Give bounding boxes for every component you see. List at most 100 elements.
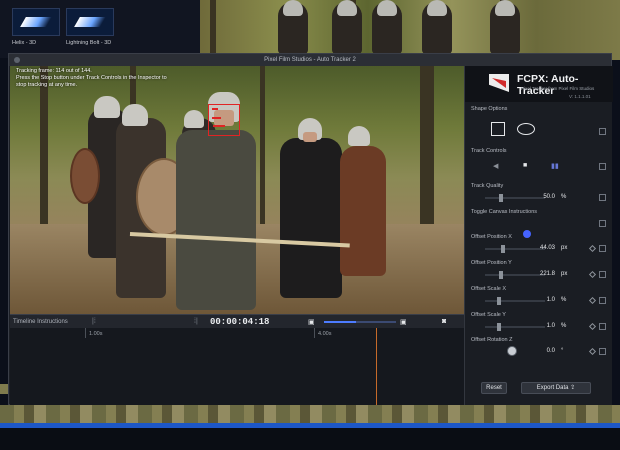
camera-icon[interactable]: ◙ <box>442 318 446 325</box>
shape-options-label: Shape Options <box>471 106 508 112</box>
rotation-dial[interactable] <box>507 346 517 356</box>
background-video <box>200 0 620 60</box>
ruler-tick <box>314 328 315 338</box>
warrior-helmet <box>348 126 370 146</box>
tracker-box[interactable] <box>208 104 240 136</box>
flare-graphic <box>20 17 52 27</box>
bg-helmet <box>495 0 515 16</box>
slider-knob[interactable] <box>497 297 501 305</box>
track-quality-value[interactable]: 50.0 <box>525 194 555 200</box>
keyframe-diamond-icon[interactable] <box>588 296 597 305</box>
slider-knob[interactable] <box>497 323 501 331</box>
toggle-canvas-checkbox[interactable] <box>523 230 531 238</box>
offset-scale-y-value[interactable]: 1.0 <box>525 323 555 329</box>
keyframe-toggle[interactable] <box>599 348 606 355</box>
track-quality-label: Track Quality <box>471 183 504 189</box>
thumb-helix[interactable] <box>12 8 60 36</box>
timeline-zoom-slider[interactable] <box>324 321 396 323</box>
offset-scale-y-label: Offset Scale Y <box>471 312 506 318</box>
shield <box>70 148 100 204</box>
offset-position-y-label: Offset Position Y <box>471 260 512 266</box>
tracking-info-line: Tracking frame: 114 out of 144. <box>16 68 92 74</box>
keyframe-toggle[interactable] <box>599 128 606 135</box>
keyframe-toggle[interactable] <box>599 323 606 330</box>
timeline-area[interactable]: 1.00s 4.00s <box>10 328 464 406</box>
thumb-label: Helix - 3D <box>12 40 37 46</box>
offset-rotation-z-unit: ° <box>561 348 564 354</box>
ruler-tick <box>85 328 86 338</box>
brand-header: FCPX: Auto-Tracker Pixel Tracker from Pi… <box>465 66 613 102</box>
toggle-canvas-label: Toggle Canvas Instructions <box>471 209 538 215</box>
screen: Helix - 3D Lightning Bolt - 3D Pixel Fil… <box>0 0 620 450</box>
keyframe-toggle[interactable] <box>599 220 606 227</box>
version-label: V: 1.1.1.01 <box>569 94 591 99</box>
offset-position-x-value[interactable]: 44.03 <box>525 245 555 251</box>
square-shape-button[interactable] <box>491 122 505 136</box>
zoom-fill <box>324 321 357 323</box>
keyframe-diamond-icon[interactable] <box>588 347 597 356</box>
bg-helmet <box>377 0 397 16</box>
track-forward-icon[interactable]: ▮▮ <box>551 162 559 170</box>
tracker-line <box>213 125 225 127</box>
tree-trunk <box>210 0 216 60</box>
flare-graphic <box>74 17 106 27</box>
keyframe-toggle[interactable] <box>599 163 606 170</box>
window-titlebar[interactable]: Pixel Film Studios - Auto Tracker 2 <box>9 54 611 66</box>
warrior-figure <box>340 146 386 276</box>
keyframe-diamond-icon[interactable] <box>588 322 597 331</box>
track-backward-icon[interactable]: ◀ <box>493 162 498 170</box>
warrior-face <box>303 132 317 142</box>
fit-icon[interactable]: ▣ <box>308 318 315 326</box>
offset-position-y-unit: px <box>561 271 568 277</box>
window-title: Pixel Film Studios - Auto Tracker 2 <box>264 57 356 63</box>
ruler-label: 1.00s <box>89 331 103 337</box>
tracking-info-line: stop tracking at any time. <box>16 82 78 88</box>
timeline-toolbar: Timeline Instructions |⁞ ⁞| 00:00:04:18 … <box>10 314 464 328</box>
auto-tracker-window: Pixel Film Studios - Auto Tracker 2 Trac… <box>8 53 613 406</box>
tracker-line <box>212 117 221 119</box>
export-data-button[interactable]: Export Data ⇪ <box>521 382 591 394</box>
tracking-info-line: Press the Stop button under Track Contro… <box>16 75 167 81</box>
left-edge-strip <box>0 384 8 394</box>
warrior-figure <box>280 138 342 298</box>
brand-title: FCPX: Auto-Tracker <box>517 73 579 97</box>
slider-knob[interactable] <box>499 271 503 279</box>
reset-button[interactable]: Reset <box>481 382 507 394</box>
window-close-icon[interactable] <box>14 57 20 63</box>
media-browser: Helix - 3D Lightning Bolt - 3D <box>0 0 200 58</box>
stop-icon[interactable]: ■ <box>523 162 527 169</box>
prev-frame-icon[interactable]: ⁞| <box>194 318 198 325</box>
warrior-helmet <box>184 110 204 128</box>
track-quality-unit: % <box>561 194 567 200</box>
slider-knob[interactable] <box>501 245 505 253</box>
export-data-label: Export Data <box>536 385 569 391</box>
offset-rotation-z-value[interactable]: 0.0 <box>525 348 555 354</box>
timecode-display: 00:00:04:18 <box>210 317 270 327</box>
warrior-helmet <box>94 96 120 118</box>
offset-scale-x-label: Offset Scale X <box>471 286 507 292</box>
oval-shape-button[interactable] <box>517 123 535 135</box>
offset-position-y-value[interactable]: 221.8 <box>525 271 555 277</box>
keyframe-toggle[interactable] <box>599 194 606 201</box>
warrior-helmet <box>122 104 148 126</box>
keyframe-diamond-icon[interactable] <box>588 270 597 279</box>
keyframe-diamond-icon[interactable] <box>588 244 597 253</box>
brand-subtitle: Pixel Tracker from Pixel Film Studios <box>521 86 595 91</box>
thumb-lightning-bolt[interactable] <box>66 8 114 36</box>
keyframe-toggle[interactable] <box>599 271 606 278</box>
timeline-filmstrip[interactable] <box>0 405 620 423</box>
offset-scale-x-value[interactable]: 1.0 <box>525 297 555 303</box>
offset-position-x-label: Offset Position X <box>471 234 512 240</box>
timeline-start-icon[interactable]: |⁞ <box>92 318 96 325</box>
warrior-figure-main <box>176 130 256 310</box>
video-viewer[interactable]: Tracking frame: 114 out of 144. Press th… <box>10 66 464 314</box>
keyframe-toggle[interactable] <box>599 297 606 304</box>
keyframe-toggle[interactable] <box>599 245 606 252</box>
bottom-timeline <box>0 428 620 450</box>
bg-helmet <box>337 0 357 16</box>
playhead[interactable] <box>376 328 377 406</box>
export-icon: ⇪ <box>570 385 576 391</box>
track-controls-label: Track Controls <box>471 148 507 154</box>
zoom-max-icon[interactable]: ▣ <box>400 318 407 326</box>
slider-knob[interactable] <box>499 194 503 202</box>
